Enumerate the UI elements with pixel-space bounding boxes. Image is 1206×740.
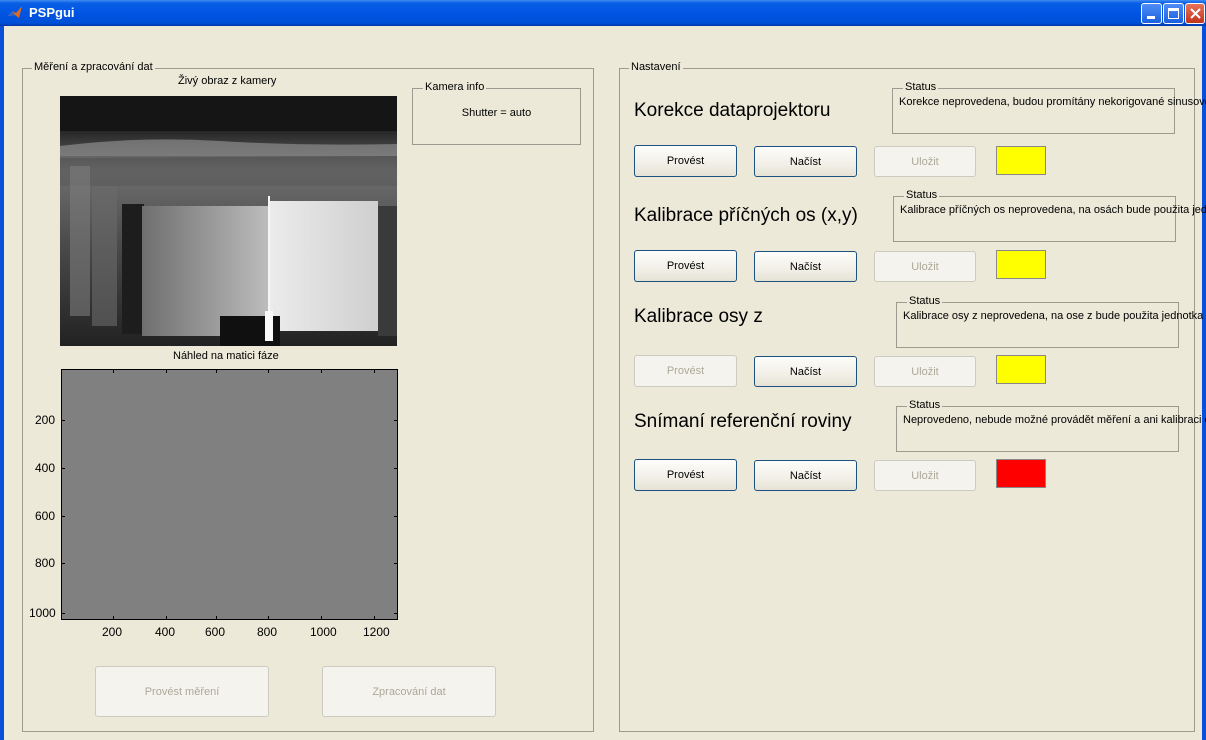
status-label: Status [907,295,943,307]
window-title: PSPgui [29,5,75,20]
section-title-reference-plane: Snímaní referenční roviny [634,411,852,432]
x-tick-label: 400 [155,625,176,639]
camera-live-image [60,96,397,346]
section-title-z-calibration: Kalibrace osy z [634,306,763,327]
y-tick [61,516,65,517]
status-box-projector-correction: Status Korekce neprovedena, budou promít… [892,81,1206,134]
y-tick-label: 600 [35,509,56,523]
x-tick-label: 600 [205,625,226,639]
status-box-xy-calibration: Status Kalibrace příčných os neprovedena… [893,189,1206,242]
phase-preview-axes [61,369,398,620]
run-button-reference-plane[interactable]: Provést [634,459,737,491]
status-text: Neprovedeno, nebude možné provádět měřen… [903,414,1206,426]
y-tick-right [394,613,398,614]
y-tick [61,613,65,614]
settings-panel-label: Nastavení [629,61,683,73]
x-tick-label: 200 [102,625,123,639]
x-tick-label: 1200 [363,625,390,639]
minimize-button[interactable] [1141,3,1162,24]
x-tick [113,616,114,620]
status-indicator-reference-plane [996,459,1046,488]
window-frame-left [0,26,4,740]
x-tick-top [113,369,114,373]
y-tick-right [394,516,398,517]
status-label: Status [907,399,943,411]
x-tick-top [166,369,167,373]
x-tick [268,616,269,620]
x-tick-top [321,369,322,373]
camera-info-label: Kamera info [423,81,487,93]
matlab-icon [8,6,22,18]
y-tick-right [394,563,398,564]
status-text: Kalibrace příčných os neprovedena, na os… [900,204,1206,216]
status-label: Status [904,189,940,201]
y-tick-right [394,468,398,469]
y-tick-label: 200 [35,413,56,427]
x-tick-label: 1000 [310,625,337,639]
section-title-projector-correction: Korekce dataprojektoru [634,100,831,121]
status-indicator-z-calibration [996,355,1046,384]
load-button-xy-calibration[interactable]: Načíst [754,251,857,282]
y-tick [61,468,65,469]
x-tick [321,616,322,620]
run-button-xy-calibration[interactable]: Provést [634,250,737,282]
window-frame-right [1202,26,1206,740]
x-tick [216,616,217,620]
status-text: Korekce neprovedena, budou promítány nek… [899,96,1206,108]
camera-title: Živý obraz z kamery [178,75,277,87]
x-tick-top [216,369,217,373]
measure-panel-label: Měření a zpracování dat [32,61,155,73]
x-tick [166,616,167,620]
status-label: Status [903,81,939,93]
y-tick [61,420,65,421]
x-tick-top [268,369,269,373]
save-button-reference-plane[interactable]: Uložit [874,460,976,491]
y-tick-label: 400 [35,461,56,475]
run-button-z-calibration[interactable]: Provést [634,355,737,387]
save-button-projector-correction[interactable]: Uložit [874,146,976,177]
maximize-button[interactable] [1163,3,1184,24]
section-title-xy-calibration: Kalibrace příčných os (x,y) [634,205,858,226]
x-tick [374,616,375,620]
save-button-z-calibration[interactable]: Uložit [874,356,976,387]
minimize-icon [1147,16,1155,19]
y-tick [61,563,65,564]
maximize-icon [1168,8,1179,19]
phase-title: Náhled na matici fáze [173,350,279,362]
load-button-reference-plane[interactable]: Načíst [754,460,857,491]
process-data-button[interactable]: Zpracování dat [322,666,496,717]
y-tick-label: 800 [35,556,56,570]
camera-info-box: Kamera info Shutter = auto [412,81,581,145]
measure-button[interactable]: Provést měření [95,666,269,717]
y-tick-right [394,420,398,421]
status-indicator-xy-calibration [996,250,1046,279]
x-tick-top [374,369,375,373]
status-box-reference-plane: Status Neprovedeno, nebude možné provádě… [896,399,1206,452]
close-button[interactable] [1185,3,1205,24]
status-indicator-projector-correction [996,146,1046,175]
save-button-xy-calibration[interactable]: Uložit [874,251,976,282]
close-icon [1190,8,1201,19]
run-button-projector-correction[interactable]: Provést [634,145,737,177]
status-box-z-calibration: Status Kalibrace osy z neprovedena, na o… [896,295,1206,348]
y-tick-label: 1000 [29,606,56,620]
status-text: Kalibrace osy z neprovedena, na ose z bu… [903,310,1206,322]
shutter-text: Shutter = auto [461,107,532,119]
load-button-z-calibration[interactable]: Načíst [754,356,857,387]
x-tick-label: 800 [257,625,278,639]
title-bar: PSPgui [0,0,1206,26]
load-button-projector-correction[interactable]: Načíst [754,146,857,177]
